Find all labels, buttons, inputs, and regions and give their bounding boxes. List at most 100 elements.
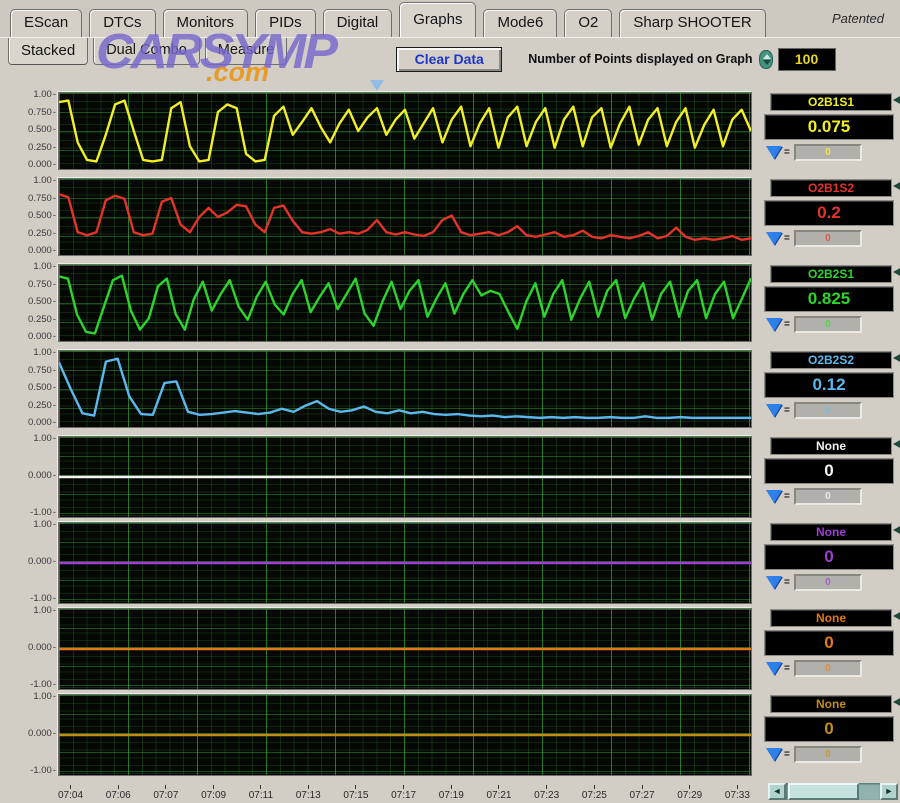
y-tick-label: 0.000 <box>28 161 56 169</box>
cursor-triangle-icon[interactable] <box>766 146 782 159</box>
cursor-triangle-icon[interactable] <box>766 662 782 675</box>
subtab-stacked[interactable]: Stacked <box>8 38 88 65</box>
graph-cursor-marker[interactable] <box>370 80 384 91</box>
channel-select-3[interactable]: O2B2S1 <box>770 265 892 283</box>
cursor-triangle-icon[interactable] <box>766 404 782 417</box>
time-label: 07:25 <box>582 785 607 802</box>
subtab-measure[interactable]: Measure <box>205 38 287 65</box>
channel-select-4[interactable]: O2B2S2 <box>770 351 892 369</box>
channel-select-2[interactable]: O2B1S2 <box>770 179 892 197</box>
equals-label: = <box>784 319 790 330</box>
subtab-dual-combo[interactable]: Dual Combo <box>93 38 200 65</box>
cursor-value-box-7: 0 <box>794 660 862 677</box>
channel-arrow-icon <box>893 697 900 707</box>
y-tick-label: 0.250 <box>28 144 56 152</box>
tab-escan[interactable]: EScan <box>10 9 82 37</box>
time-label: 07:19 <box>439 785 464 802</box>
channel-block-4: O2B2S20.12=0 <box>752 350 900 428</box>
channel-value-1: 0.075 <box>764 114 894 140</box>
time-axis: 07:0407:0607:0707:0907:1107:1307:1507:17… <box>58 780 750 802</box>
cursor-readout-row-3: =0 <box>766 316 894 333</box>
tab-dtcs[interactable]: DTCs <box>89 9 155 37</box>
y-tick-label: -1.00 <box>30 681 56 689</box>
cursor-triangle-icon[interactable] <box>766 576 782 589</box>
graph-row-7: 1.000.000-1.00None0=0 <box>0 608 900 690</box>
channel-block-2: O2B1S20.2=0 <box>752 178 900 256</box>
tab-digital[interactable]: Digital <box>323 9 393 37</box>
y-tick-label: -1.00 <box>30 509 56 517</box>
channel-value-3: 0.825 <box>764 286 894 312</box>
cursor-triangle-icon[interactable] <box>766 318 782 331</box>
y-tick-label: 1.00 <box>33 349 56 357</box>
spinner-down-icon[interactable] <box>763 60 771 65</box>
plot-area-6 <box>58 522 752 604</box>
tab-o2[interactable]: O2 <box>564 9 612 37</box>
channel-block-1: O2B1S10.075=0 <box>752 92 900 170</box>
points-value-display: 100 <box>778 48 836 71</box>
scrollbar-track[interactable] <box>786 783 880 800</box>
cursor-triangle-icon[interactable] <box>766 748 782 761</box>
clear-data-button[interactable]: Clear Data <box>396 47 502 72</box>
cursor-readout-row-4: =0 <box>766 402 894 419</box>
y-axis-3: 1.000.7500.5000.2500.000 <box>0 264 58 342</box>
equals-label: = <box>784 233 790 244</box>
patented-label: Patented <box>832 11 884 26</box>
equals-label: = <box>784 663 790 674</box>
tab-sharp-shooter[interactable]: Sharp SHOOTER <box>619 9 765 37</box>
y-tick-label: -1.00 <box>30 595 56 603</box>
channel-select-5[interactable]: None <box>770 437 892 455</box>
cursor-readout-row-6: =0 <box>766 574 894 591</box>
channel-arrow-icon <box>893 525 900 535</box>
spinner-up-icon[interactable] <box>763 54 771 59</box>
scroll-left-button[interactable]: ◄ <box>768 783 786 800</box>
cursor-readout-row-5: =0 <box>766 488 894 505</box>
y-tick-label: 0.000 <box>28 333 56 341</box>
plot-area-1 <box>58 92 752 170</box>
y-tick-label: 0.250 <box>28 402 56 410</box>
time-label: 07:04 <box>58 785 83 802</box>
scroll-right-button[interactable]: ► <box>880 783 898 800</box>
graph-row-2: 1.000.7500.5000.2500.000O2B1S20.2=0 <box>0 178 900 256</box>
y-tick-label: 0.500 <box>28 384 56 392</box>
graph-row-4: 1.000.7500.5000.2500.000O2B2S20.12=0 <box>0 350 900 428</box>
y-tick-label: 0.000 <box>28 558 56 566</box>
tab-pids[interactable]: PIDs <box>255 9 316 37</box>
channel-arrow-icon <box>893 181 900 191</box>
channel-arrow-icon <box>893 267 900 277</box>
time-label: 07:13 <box>296 785 321 802</box>
cursor-readout-row-7: =0 <box>766 660 894 677</box>
points-spinner[interactable] <box>759 50 773 69</box>
y-tick-label: 1.00 <box>33 263 56 271</box>
y-axis-4: 1.000.7500.5000.2500.000 <box>0 350 58 428</box>
cursor-value-box-2: 0 <box>794 230 862 247</box>
y-tick-label: 0.250 <box>28 230 56 238</box>
cursor-value-box-3: 0 <box>794 316 862 333</box>
tab-mode6[interactable]: Mode6 <box>483 9 557 37</box>
y-axis-1: 1.000.7500.5000.2500.000 <box>0 92 58 170</box>
channel-block-6: None0=0 <box>752 522 900 604</box>
sub-toolbar: StackedDual ComboMeasure Clear Data Numb… <box>0 38 900 80</box>
cursor-triangle-icon[interactable] <box>766 490 782 503</box>
scrollbar-thumb[interactable] <box>788 783 859 800</box>
tab-monitors[interactable]: Monitors <box>163 9 249 37</box>
cursor-value-box-4: 0 <box>794 402 862 419</box>
channel-arrow-icon <box>893 95 900 105</box>
y-tick-label: 0.000 <box>28 644 56 652</box>
channel-select-8[interactable]: None <box>770 695 892 713</box>
plot-area-8 <box>58 694 752 776</box>
channel-select-1[interactable]: O2B1S1 <box>770 93 892 111</box>
y-axis-8: 1.000.000-1.00 <box>0 694 58 776</box>
channel-select-6[interactable]: None <box>770 523 892 541</box>
y-tick-label: 1.00 <box>33 435 56 443</box>
sub-tabbar: StackedDual ComboMeasure <box>0 38 292 65</box>
y-axis-2: 1.000.7500.5000.2500.000 <box>0 178 58 256</box>
channel-select-7[interactable]: None <box>770 609 892 627</box>
time-label: 07:15 <box>343 785 368 802</box>
time-label: 07:11 <box>249 785 273 802</box>
tab-graphs[interactable]: Graphs <box>399 2 476 37</box>
y-tick-label: 0.500 <box>28 298 56 306</box>
cursor-triangle-icon[interactable] <box>766 232 782 245</box>
channel-arrow-icon <box>893 611 900 621</box>
horizontal-scrollbar[interactable]: ◄ ► <box>768 783 898 800</box>
y-tick-label: 1.00 <box>33 91 56 99</box>
